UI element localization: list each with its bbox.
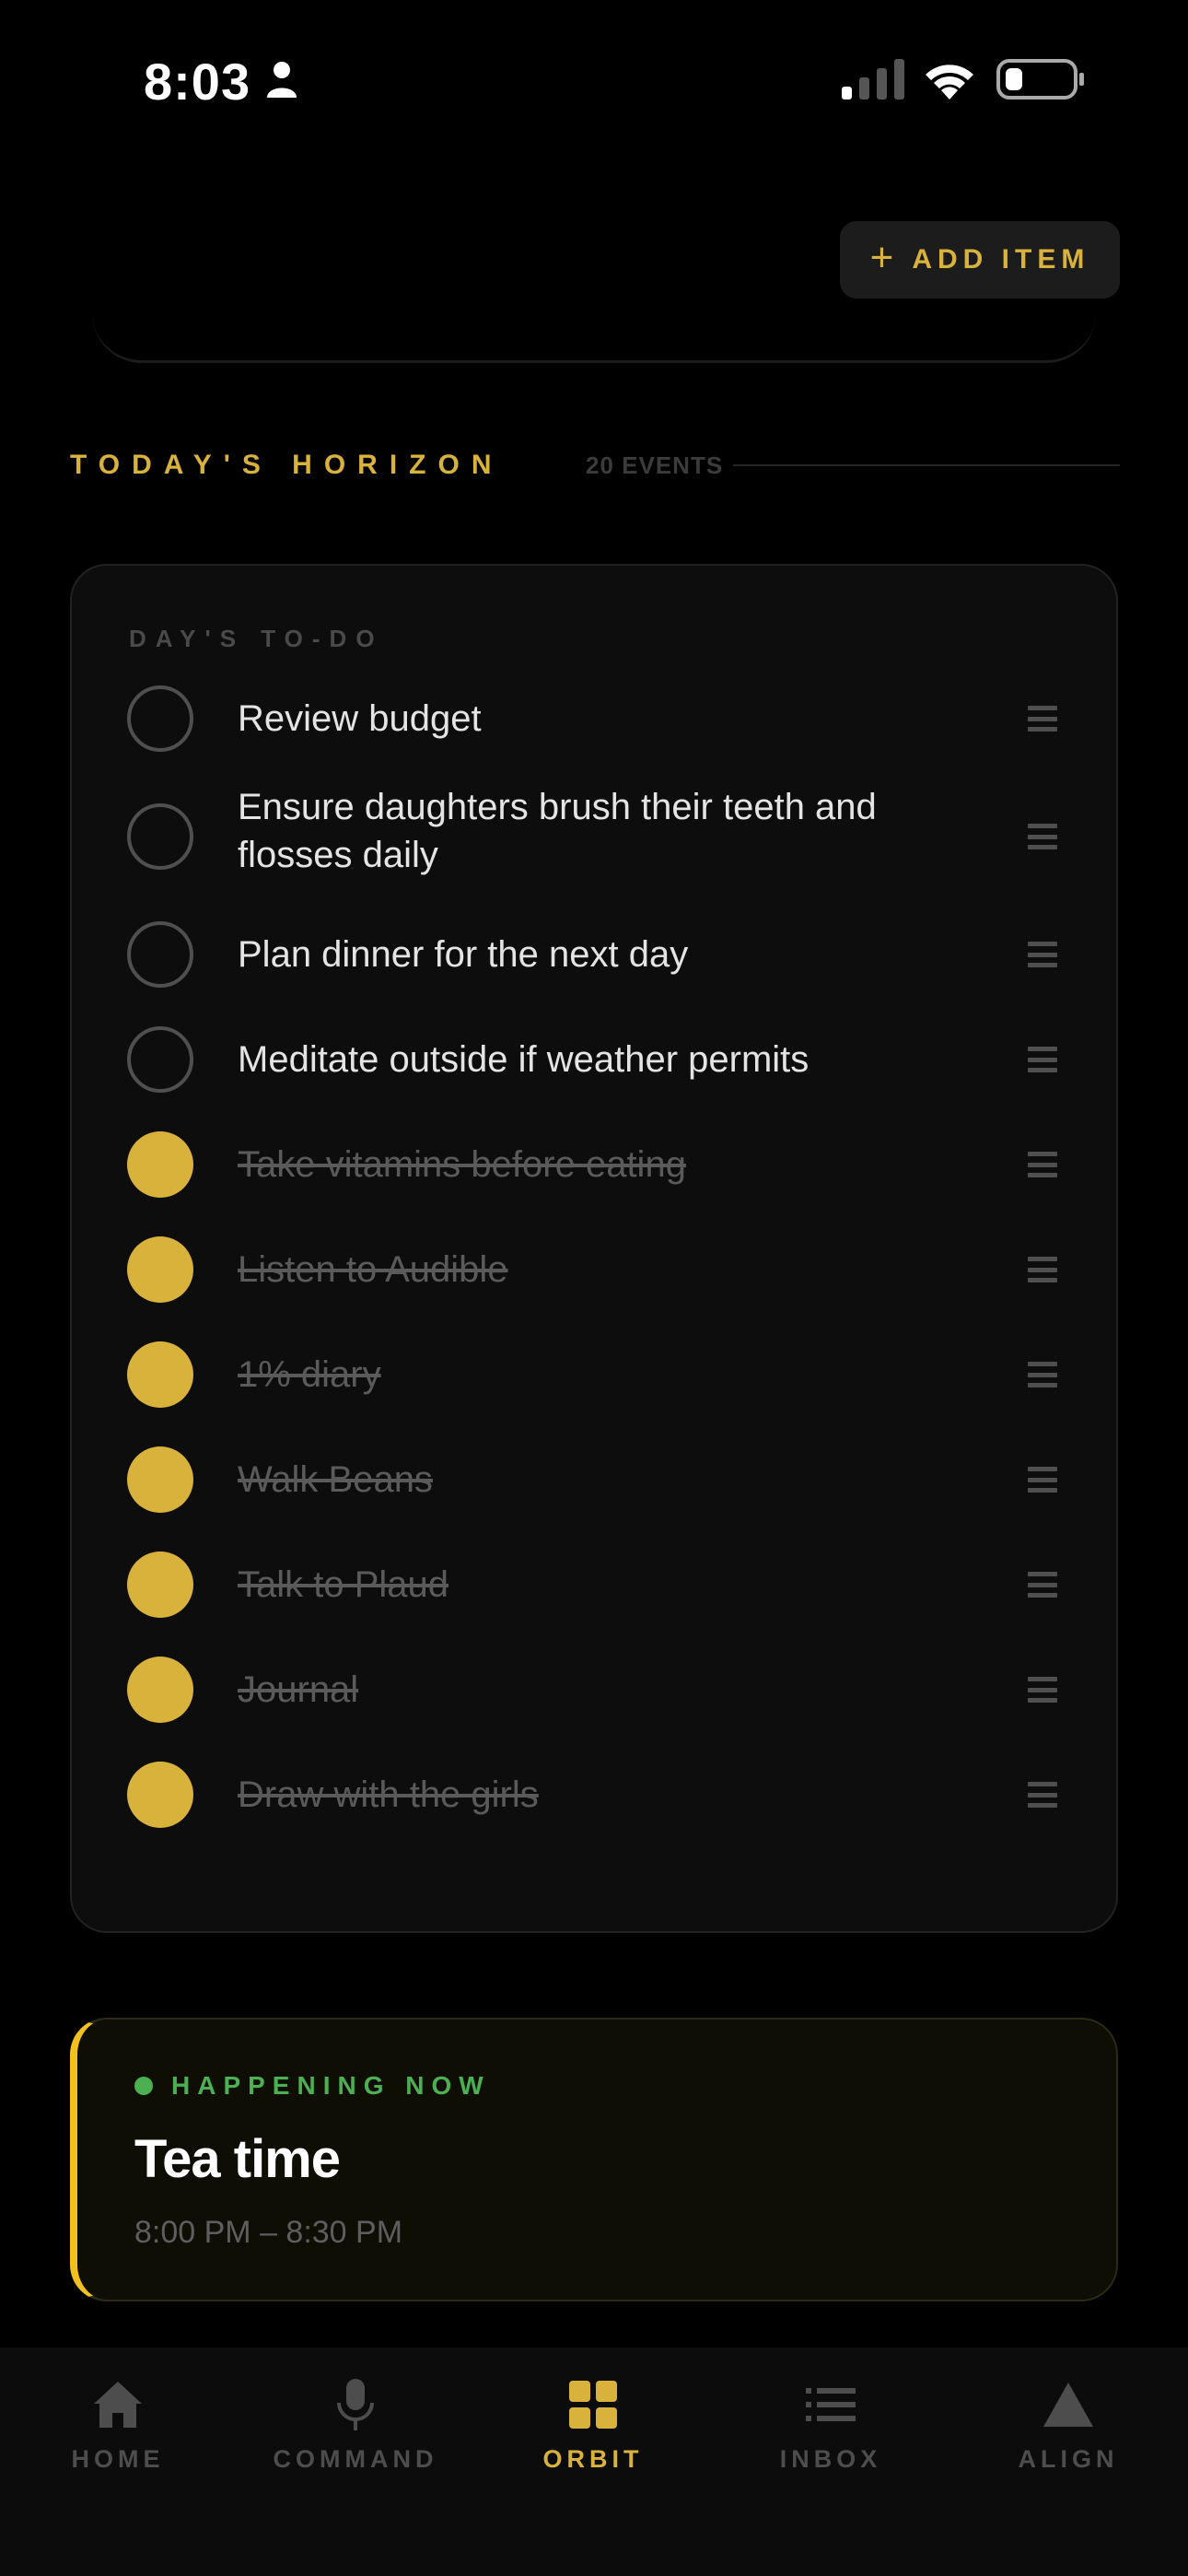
- drag-handle-icon[interactable]: [1028, 942, 1057, 967]
- nav-item-align[interactable]: ALIGN: [967, 2375, 1170, 2474]
- checkbox[interactable]: [127, 1341, 193, 1408]
- todo-text: Review budget: [238, 698, 482, 739]
- drag-handle-icon[interactable]: [1028, 1572, 1057, 1598]
- drag-handle-icon[interactable]: [1028, 1047, 1057, 1072]
- checkbox[interactable]: [127, 1551, 193, 1618]
- event-title: Tea time: [134, 2129, 341, 2189]
- todo-text: Journal: [238, 1669, 359, 1710]
- checkbox[interactable]: [127, 1657, 193, 1723]
- todo-text: Listen to Audible: [238, 1249, 508, 1290]
- checkbox[interactable]: [127, 803, 193, 870]
- todo-text: Draw with the girls: [238, 1774, 539, 1815]
- event-time: 8:00 PM – 8:30 PM: [134, 2215, 403, 2250]
- wifi-icon: [926, 64, 973, 100]
- drag-handle-icon[interactable]: [1028, 1782, 1057, 1808]
- nav-item-command[interactable]: COMMAND: [254, 2375, 457, 2474]
- todo-text: Talk to Plaud: [238, 1564, 449, 1605]
- event-count: 20 EVENTS: [586, 451, 724, 479]
- bottom-nav: HOME COMMAND ORBIT INBOX ALIGN: [0, 2348, 1188, 2576]
- battery-icon: [996, 59, 1084, 100]
- person-icon: [267, 62, 297, 98]
- happening-now-label: HAPPENING NOW: [171, 2071, 491, 2100]
- happening-now-badge: HAPPENING NOW: [134, 2071, 491, 2101]
- nav-label: ORBIT: [542, 2445, 644, 2473]
- todo-card-label: DAY'S TO-DO: [129, 625, 384, 652]
- drag-handle-icon[interactable]: [1028, 1257, 1057, 1282]
- live-dot-icon: [134, 2077, 153, 2095]
- status-bar: 8:03: [0, 0, 1188, 157]
- todo-card: DAY'S TO-DO Review budget Ensure daughte…: [70, 564, 1118, 1933]
- drag-handle-icon[interactable]: [1028, 1152, 1057, 1177]
- previous-card-edge: [92, 313, 1096, 363]
- section-title: TODAY'S HORIZON: [70, 450, 504, 480]
- checkbox[interactable]: [127, 1762, 193, 1828]
- drag-handle-icon[interactable]: [1028, 706, 1057, 732]
- todo-text: Walk Beans: [238, 1459, 433, 1500]
- todo-text: Meditate outside if weather permits: [238, 1039, 809, 1080]
- todo-text: Plan dinner for the next day: [238, 934, 689, 975]
- status-time: 8:03: [144, 53, 251, 111]
- microphone-icon: [326, 2375, 385, 2434]
- list-icon: [801, 2375, 860, 2434]
- nav-item-inbox[interactable]: INBOX: [729, 2375, 932, 2474]
- drag-handle-icon[interactable]: [1028, 824, 1057, 849]
- cellular-signal-icon: [842, 59, 904, 100]
- triangle-icon: [1039, 2375, 1098, 2434]
- nav-item-orbit[interactable]: ORBIT: [492, 2375, 694, 2474]
- drag-handle-icon[interactable]: [1028, 1362, 1057, 1388]
- home-icon: [88, 2375, 147, 2434]
- checkbox[interactable]: [127, 1446, 193, 1513]
- todo-text: Take vitamins before eating: [238, 1144, 686, 1185]
- add-item-button[interactable]: + ADD ITEM: [840, 221, 1120, 299]
- checkbox[interactable]: [127, 1026, 193, 1093]
- add-item-label: ADD ITEM: [912, 244, 1090, 275]
- nav-label: HOME: [71, 2445, 165, 2473]
- todo-text: Ensure daughters brush their teeth and f…: [238, 787, 877, 875]
- grid-icon: [564, 2375, 623, 2434]
- nav-label: COMMAND: [273, 2445, 438, 2473]
- plus-icon: +: [869, 235, 894, 280]
- checkbox[interactable]: [127, 1236, 193, 1303]
- todo-text: 1% diary: [238, 1354, 381, 1395]
- nav-item-home[interactable]: HOME: [17, 2375, 219, 2474]
- nav-label: ALIGN: [1018, 2445, 1119, 2473]
- checkbox[interactable]: [127, 685, 193, 752]
- checkbox[interactable]: [127, 921, 193, 988]
- checkbox[interactable]: [127, 1131, 193, 1198]
- happening-now-card[interactable]: HAPPENING NOW Tea time 8:00 PM – 8:30 PM: [70, 2018, 1118, 2301]
- drag-handle-icon[interactable]: [1028, 1467, 1057, 1493]
- section-divider: [733, 464, 1120, 466]
- drag-handle-icon[interactable]: [1028, 1677, 1057, 1703]
- nav-label: INBOX: [779, 2445, 882, 2473]
